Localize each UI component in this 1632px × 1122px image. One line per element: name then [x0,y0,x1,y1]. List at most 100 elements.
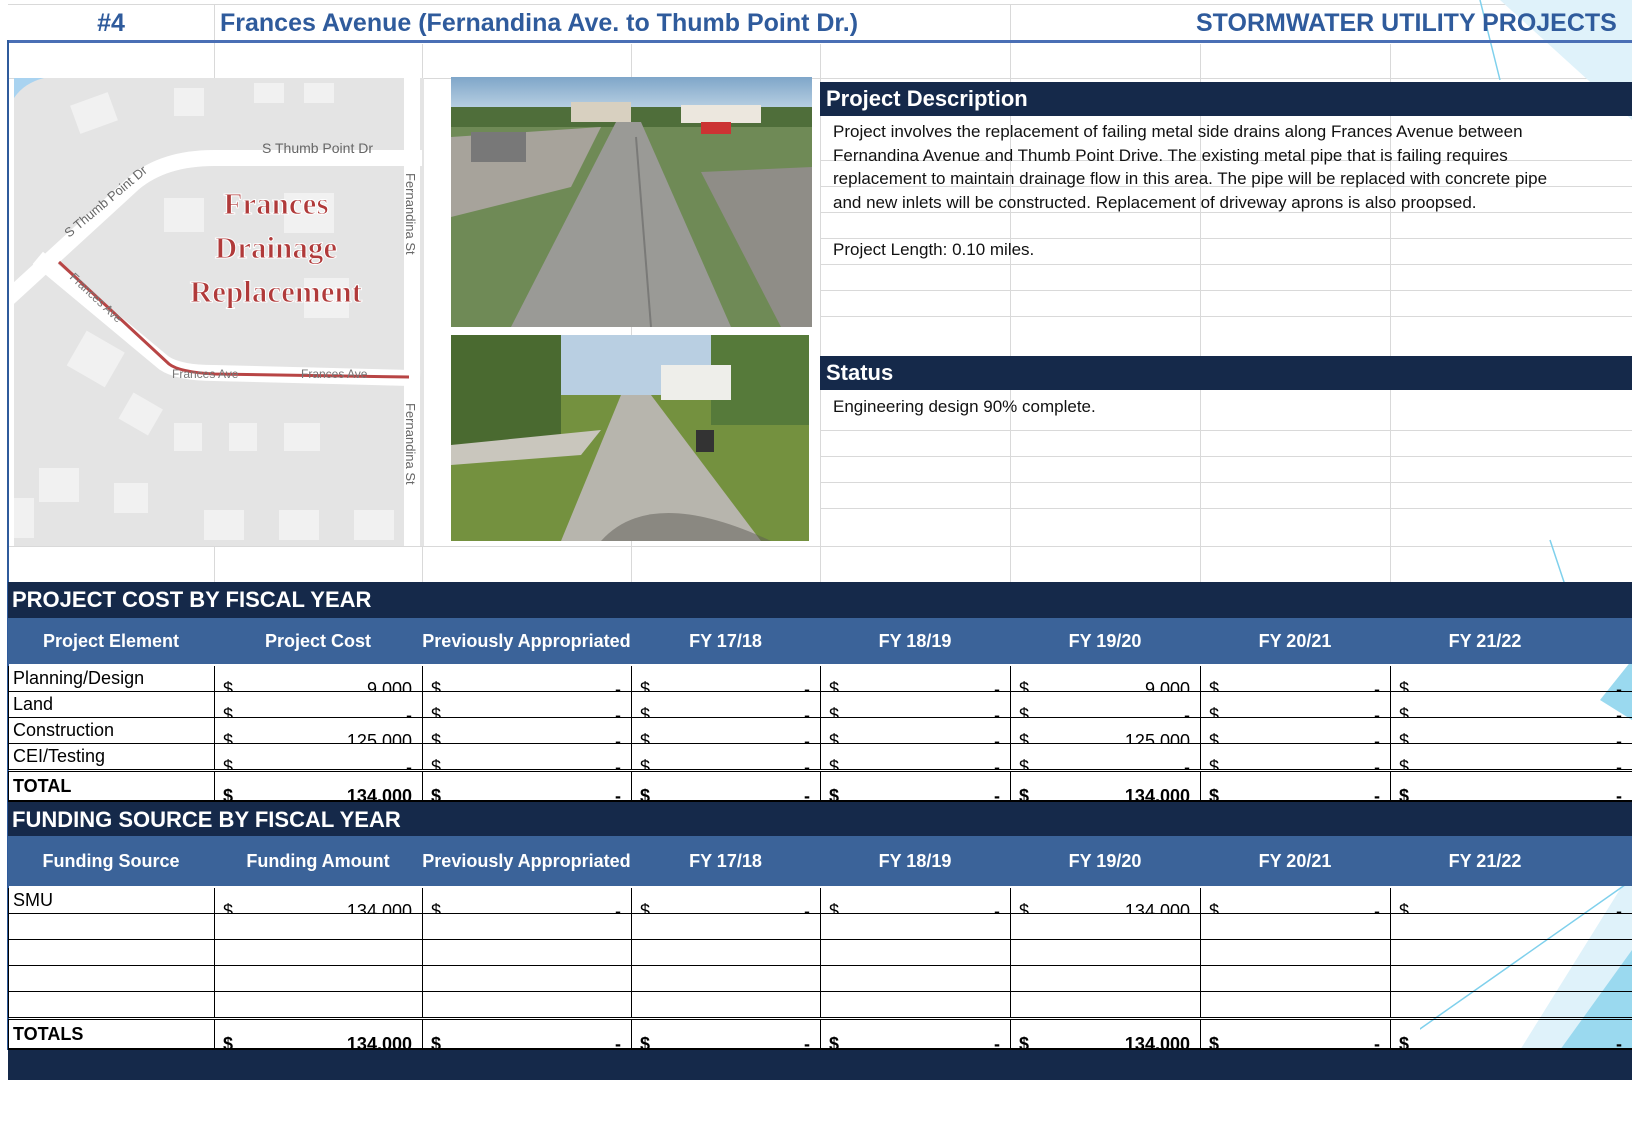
funding-value: 134,000 [1124,1034,1190,1050]
program-title: STORMWATER UTILITY PROJECTS [1196,9,1617,37]
funding-row-label [8,965,215,992]
funding-value: - [615,1034,621,1050]
cost-value: 125,000 [346,730,412,744]
currency-symbol: $ [1019,730,1030,744]
cost-cell: $ - [422,769,632,803]
funding-cell [1010,965,1201,992]
cost-value: - [1374,730,1380,744]
cost-row-label: Planning/Design [8,666,215,692]
cost-row: Construction $125,000 $ - $ - $ - $125,000 $ - $ - [8,717,1632,744]
cost-row: CEI/Testing $ - $ - $ - $ - $ - $ - $ - [8,743,1632,771]
cost-value: 9,000 [366,678,412,692]
funding-row-label: TOTALS [8,1017,215,1051]
cost-cell: $ - [214,743,423,771]
funding-cell: $ - [422,888,632,914]
currency-symbol: $ [1019,900,1030,914]
funding-cell: $ - [631,888,821,914]
funding-section-heading: FUNDING SOURCE BY FISCAL YEAR [8,802,1632,836]
funding-cell [631,965,821,992]
cost-total-row: TOTAL $134,000 $ - $ - $ - $134,000 $ - $ - [8,769,1632,803]
funding-value: - [1616,900,1622,914]
funding-cell: $134,000 [214,888,423,914]
currency-symbol: $ [829,900,840,914]
cost-col-header: FY 20/21 [1258,631,1332,651]
cost-cell: $ - [1390,743,1632,771]
cost-value: - [615,704,621,718]
map-label-line: Frances [223,186,328,221]
cost-value: - [1374,786,1380,802]
currency-symbol: $ [1399,786,1410,802]
funding-cell [1200,913,1391,940]
map-street-label: Frances Ave [301,367,368,381]
funding-cell: $134,000 [1010,888,1201,914]
funding-total-row: TOTALS $134,000 $ - $ - $ - $134,000 $ - $ - [8,1017,1632,1051]
funding-cell [422,965,632,992]
currency-symbol: $ [431,1034,442,1050]
funding-cell [1010,991,1201,1019]
cost-cell: $ - [820,666,1011,692]
funding-cell: $ - [422,1017,632,1051]
project-length: Project Length: 0.10 miles. [833,240,1035,259]
cost-value: - [804,756,810,771]
currency-symbol: $ [829,678,840,692]
cost-value: - [615,678,621,692]
funding-col-header: Previously Appropriated [422,851,631,871]
currency-symbol: $ [640,1034,651,1050]
cost-value: 9,000 [1144,678,1190,692]
footer-band [8,1050,1632,1080]
cost-col-header: FY 18/19 [878,631,952,651]
cost-value: - [615,756,621,771]
funding-value: - [1616,1034,1622,1050]
cost-cell: $ - [820,691,1011,718]
funding-cell [631,939,821,966]
cost-cell: $ - [1010,743,1201,771]
cost-value: - [1616,786,1622,802]
currency-symbol: $ [223,756,234,771]
currency-symbol: $ [640,786,651,802]
cost-column-headers: Project Element Project Cost Previously … [8,618,1632,664]
funding-col-header: FY 19/20 [1068,851,1142,871]
cost-cell: $ - [631,691,821,718]
funding-cell: $ - [1200,888,1391,914]
cost-cell: $ - [1200,717,1391,744]
description-heading: Project Description [820,82,1632,116]
currency-symbol: $ [431,756,442,771]
cost-value: - [615,786,621,802]
cost-value: 134,000 [1124,786,1190,802]
map-street-label: Fernandina St [403,403,418,485]
currency-symbol: $ [1209,756,1220,771]
funding-row [8,965,1632,992]
cost-value: - [804,730,810,744]
map-street-label: Frances Ave [172,367,239,381]
currency-symbol: $ [1019,756,1030,771]
funding-value: 134,000 [1124,900,1190,914]
currency-symbol: $ [1399,678,1410,692]
cost-value: - [1184,704,1190,718]
currency-symbol: $ [223,678,234,692]
currency-symbol: $ [640,678,651,692]
funding-row-label [8,939,215,966]
funding-cell [1390,939,1632,966]
currency-symbol: $ [640,756,651,771]
funding-value: - [804,900,810,914]
currency-symbol: $ [431,678,442,692]
street-photo-2 [451,335,809,541]
cost-cell: $134,000 [214,769,423,803]
cost-col-header: Project Element [42,631,180,651]
funding-value: 134,000 [346,1034,412,1050]
map-label-line: Drainage [215,230,337,265]
cost-cell: $ - [1390,666,1632,692]
currency-symbol: $ [1209,730,1220,744]
funding-cell: $ - [631,1017,821,1051]
funding-value: - [615,900,621,914]
cost-cell: $ - [631,666,821,692]
currency-symbol: $ [1399,704,1410,718]
currency-symbol: $ [431,704,442,718]
cost-cell: $9,000 [214,666,423,692]
funding-row [8,913,1632,940]
cost-cell: $ - [1200,769,1391,803]
map-street-label: Fernandina St [403,173,418,255]
cost-col-header: FY 17/18 [689,631,762,651]
cost-value: 125,000 [1124,730,1190,744]
funding-value: - [994,900,1000,914]
